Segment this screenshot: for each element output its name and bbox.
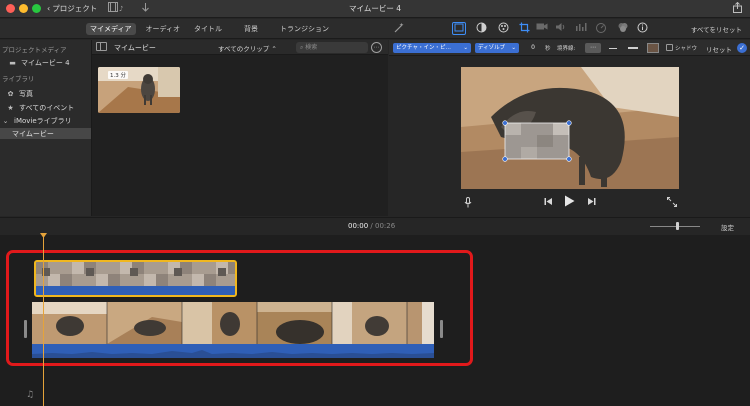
tab-audio[interactable]: オーディオ <box>142 23 185 35</box>
shadow-checkbox[interactable] <box>666 44 673 51</box>
border-label: 境界線: <box>557 46 576 52</box>
tab-my-media[interactable]: マイメディア <box>86 23 136 35</box>
title-bar: ‹ プロジェクト ♪ マイムービー 4 <box>0 0 750 18</box>
border-color-well[interactable] <box>647 43 659 53</box>
more-options-icon[interactable]: ⋯ <box>371 42 382 53</box>
music-note-icon: ♫ <box>26 390 35 400</box>
browser-title: マイムービー <box>114 44 156 52</box>
viewer-panel: ピクチャ・イン・ピ… ⌄ ディゾルブ ⌄ 0 秒 境界線: ⋯ シャドウ リセッ… <box>389 40 750 216</box>
speaker-icon[interactable] <box>554 22 568 35</box>
film-strip-icon: ▬ <box>9 59 16 67</box>
timeline-settings-button[interactable]: 設定 <box>721 222 734 232</box>
search-input[interactable]: ⌕ 検索 <box>296 42 368 53</box>
chevron-down-icon: ⌄ <box>2 117 9 125</box>
reset-all-button[interactable]: すべてをリセット <box>691 24 742 34</box>
border-dotted-button[interactable]: ⋯ <box>585 43 601 53</box>
sidebar-item-event-label: マイムービー <box>12 130 54 138</box>
sidebar-item-photos[interactable]: ✿ 写真 <box>6 89 33 99</box>
highlight-annotation-box <box>6 250 473 366</box>
skip-forward-icon[interactable] <box>587 197 596 209</box>
chevron-down-icon: ⌄ <box>463 45 468 51</box>
photos-icon: ✿ <box>7 90 14 98</box>
libraries-heading: ライブラリ <box>2 75 35 83</box>
video-preview[interactable] <box>461 67 679 189</box>
toolbar: マイメディア オーディオ タイトル 背景 トランジション ✦ すべてをリセット <box>0 19 750 39</box>
duration-field[interactable]: 0 <box>527 43 539 53</box>
chevron-down-icon: ⌄ <box>511 45 516 51</box>
tab-backgrounds[interactable]: 背景 <box>240 23 262 35</box>
border-thick-button[interactable] <box>628 47 638 49</box>
timeline-zoom-slider[interactable] <box>650 226 700 227</box>
reset-button[interactable]: リセット <box>706 44 732 54</box>
clip-filter-label: すべてのクリップ <box>218 45 270 53</box>
time-separator: / <box>370 222 373 230</box>
tab-titles[interactable]: タイトル <box>190 23 226 35</box>
overlay-mode-select[interactable]: ピクチャ・イン・ピ… ⌄ <box>393 43 471 53</box>
camera-icon[interactable] <box>535 22 549 35</box>
adjustment-tools: ✦ すべてをリセット <box>392 21 750 37</box>
media-tabs: マイメディア オーディオ タイトル 背景 トランジション <box>86 23 333 35</box>
sidebar-item-project[interactable]: ▬ マイムービー 4 <box>8 58 70 68</box>
sidebar-toggle-icon[interactable] <box>96 42 107 51</box>
microphone-icon[interactable] <box>464 197 472 211</box>
imovie-window: ‹ プロジェクト ♪ マイムービー 4 マイメディア オーディオ タイトル 背景 … <box>0 0 750 406</box>
fullscreen-icon[interactable] <box>667 197 677 210</box>
clip-filter-select[interactable]: すべてのクリップ ⌃ <box>218 43 277 53</box>
tab-transitions[interactable]: トランジション <box>276 23 333 35</box>
playhead[interactable] <box>43 235 44 406</box>
play-icon[interactable] <box>564 195 575 210</box>
sidebar-item-project-label: マイムービー 4 <box>21 59 70 67</box>
sidebar-item-library-label: iMovieライブラリ <box>14 117 72 125</box>
total-time: 00:26 <box>375 222 396 230</box>
share-icon[interactable] <box>733 1 742 16</box>
window-title: マイムービー 4 <box>348 4 401 13</box>
skip-back-icon[interactable] <box>544 197 553 209</box>
seconds-label: 秒 <box>545 46 551 52</box>
sidebar-item-photos-label: 写真 <box>19 90 33 98</box>
timecode-display: 00:00 / 00:26 <box>348 222 395 230</box>
project-media-heading: プロジェクトメディア <box>2 46 67 54</box>
media-clip-thumbnail[interactable]: 1.3 分 <box>98 67 180 113</box>
clip-duration-badge: 1.3 分 <box>108 71 128 79</box>
color-balance-icon[interactable] <box>474 22 488 35</box>
equalizer-icon[interactable] <box>574 22 588 35</box>
current-time: 00:00 <box>348 222 369 230</box>
sidebar-item-all-events[interactable]: ★ すべてのイベント <box>6 103 74 113</box>
sidebar-item-all-events-label: すべてのイベント <box>19 104 75 112</box>
svg-text:✦: ✦ <box>399 22 404 29</box>
media-browser: マイムービー すべてのクリップ ⌃ ⌕ 検索 ⋯ 1.3 分 <box>92 40 388 216</box>
overlay-settings-bar: ピクチャ・イン・ピ… ⌄ ディゾルブ ⌄ 0 秒 境界線: ⋯ シャドウ リセッ… <box>389 40 750 56</box>
palette-icon[interactable] <box>496 22 510 35</box>
speedometer-icon[interactable] <box>594 22 608 35</box>
sidebar-item-event-selected[interactable]: マイムービー <box>0 128 91 139</box>
library-sidebar: プロジェクトメディア ▬ マイムービー 4 ライブラリ ✿ 写真 ★ すべてのイ… <box>0 40 92 216</box>
star-icon: ★ <box>7 104 14 112</box>
apply-check-icon[interactable]: ✓ <box>737 43 747 53</box>
shadow-label: シャドウ <box>675 46 698 52</box>
chevron-updown-icon: ⌃ <box>271 45 277 53</box>
border-thin-button[interactable] <box>609 48 617 49</box>
overlay-mode-label: ピクチャ・イン・ピ… <box>396 45 451 51</box>
search-placeholder: 検索 <box>305 44 318 51</box>
timeline-zoom-knob[interactable] <box>676 222 679 230</box>
filter-circles-icon[interactable] <box>616 22 630 35</box>
info-icon[interactable] <box>635 22 649 35</box>
sidebar-item-library[interactable]: ⌄ iMovieライブラリ <box>1 116 72 126</box>
crop-icon[interactable] <box>517 22 531 35</box>
timeline-header: 00:00 / 00:26 設定 <box>0 217 750 234</box>
transition-style-label: ディゾルブ <box>478 45 506 51</box>
magic-wand-icon[interactable]: ✦ <box>392 22 406 35</box>
video-overlay-icon[interactable] <box>452 22 466 35</box>
timeline[interactable]: ♫ <box>0 233 750 406</box>
browser-toolbar: マイムービー すべてのクリップ ⌃ ⌕ 検索 ⋯ <box>92 40 388 55</box>
transition-style-select[interactable]: ディゾルブ ⌄ <box>475 43 519 53</box>
